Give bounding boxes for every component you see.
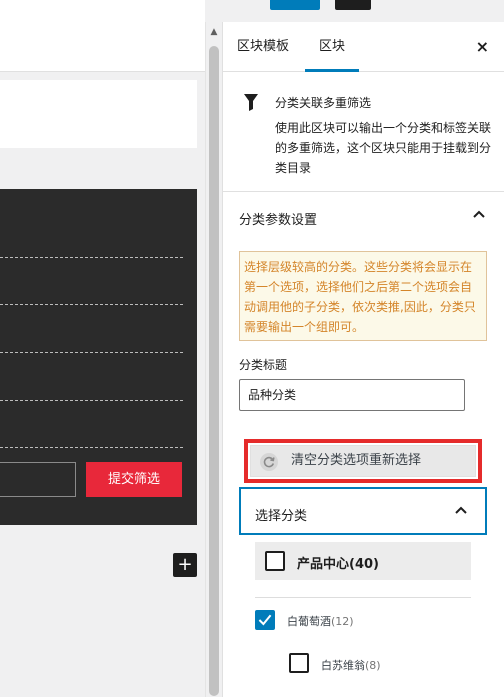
editor-canvas: 提交筛选 + [0, 0, 205, 697]
chevron-up-icon [473, 210, 485, 218]
item-checkbox-white-wine[interactable] [255, 610, 275, 630]
select-category-toggle[interactable]: 选择分类 [239, 487, 487, 535]
item-name: 白葡萄酒 [287, 615, 331, 628]
item-name: 白苏维翁 [321, 659, 365, 672]
sidebar-tabs: 区块模板 区块 × [223, 22, 504, 72]
panel-title: 分类参数设置 [239, 213, 318, 228]
list-divider [255, 597, 471, 598]
filter-row-divider [0, 400, 183, 401]
list-item: 白苏维翁(8) [321, 657, 381, 673]
item-count: (8) [365, 659, 381, 672]
chevron-up-icon [455, 506, 467, 514]
checkmark-icon [258, 614, 272, 626]
settings-button[interactable] [335, 0, 371, 10]
filter-icon [244, 94, 258, 111]
tab-block[interactable]: 区块 [305, 22, 360, 72]
item-count: (12) [331, 615, 354, 628]
filter-row-divider [0, 447, 183, 448]
canvas-top-strip [0, 0, 205, 72]
category-group-row[interactable]: 产品中心(40) [255, 542, 471, 580]
filter-row-divider [0, 257, 183, 258]
list-item: 白葡萄酒(12) [287, 613, 354, 629]
tab-block-templates[interactable]: 区块模板 [223, 22, 303, 72]
group-label: 产品中心(40) [297, 557, 379, 572]
filter-row-divider [0, 352, 183, 353]
close-sidebar-icon[interactable]: × [476, 22, 489, 72]
clear-categories-button[interactable]: 清空分类选项重新选择 [250, 445, 476, 477]
block-info-card: 分类关联多重筛选 使用此区块可以输出一个分类和标签关联的多重筛选，这个区块只能用… [223, 72, 504, 192]
scroll-thumb[interactable] [209, 46, 219, 696]
filter-row-divider [0, 304, 183, 305]
category-settings-panel-toggle[interactable]: 分类参数设置 [223, 193, 504, 241]
canvas-scrollbar[interactable]: ▲ [205, 22, 222, 697]
select-category-label: 选择分类 [255, 509, 308, 524]
add-block-button[interactable]: + [173, 553, 197, 577]
category-title-label: 分类标题 [239, 358, 288, 372]
refresh-icon [260, 453, 278, 471]
scroll-up-arrow-icon[interactable]: ▲ [206, 24, 222, 40]
canvas-block-card[interactable] [0, 80, 197, 148]
publish-button[interactable] [270, 0, 320, 10]
block-settings-sidebar: 区块模板 区块 × 分类关联多重筛选 使用此区块可以输出一个分类和标签关联的多重… [222, 22, 504, 697]
category-title-input[interactable]: 品种分类 [239, 379, 465, 411]
item-checkbox-sauvignon-blanc[interactable] [289, 653, 309, 673]
block-title: 分类关联多重筛选 [275, 96, 372, 110]
group-checkbox[interactable] [265, 551, 285, 571]
filter-preview-input[interactable] [0, 462, 76, 497]
block-description: 使用此区块可以输出一个分类和标签关联的多重筛选，这个区块只能用于挂载到分类目录 [275, 121, 492, 175]
submit-filter-button[interactable]: 提交筛选 [86, 462, 182, 497]
notice-box: 选择层级较高的分类。这些分类将会显示在第一个选项，选择他们之后第二个选项会自动调… [239, 251, 487, 341]
